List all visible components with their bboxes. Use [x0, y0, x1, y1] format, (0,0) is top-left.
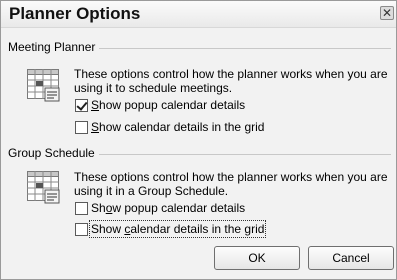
calendar-grid-icon [27, 69, 60, 102]
group-schedule-heading: Group Schedule [8, 146, 99, 160]
mp-show-popup-checkbox[interactable] [75, 98, 88, 112]
calendar-grid-icon [27, 171, 60, 204]
gs-show-grid-option[interactable]: Show calendar details in the grid [75, 220, 267, 238]
group-schedule-description-line1: These options control how the planner wo… [74, 170, 388, 184]
ok-button[interactable]: OK [214, 246, 300, 270]
meeting-planner-description-line2: using it to schedule meetings. [74, 81, 233, 95]
meeting-planner-description: These options control how the planner wo… [74, 67, 394, 95]
dialog-title: Planner Options [9, 4, 141, 23]
planner-options-dialog: Planner Options ✕ Meeting Planner These … [0, 0, 397, 280]
cancel-button[interactable]: Cancel [308, 246, 394, 270]
title-bar: Planner Options ✕ [1, 1, 396, 28]
gs-show-grid-label[interactable]: Show calendar details in the grid [88, 220, 267, 238]
group-schedule-description: These options control how the planner wo… [74, 170, 394, 198]
meeting-planner-description-line1: These options control how the planner wo… [74, 67, 388, 81]
gs-show-popup-checkbox[interactable] [75, 201, 88, 215]
mp-show-grid-checkbox[interactable] [75, 120, 88, 134]
mp-show-popup-label[interactable]: Show popup calendar details [91, 98, 245, 112]
gs-show-grid-checkbox[interactable] [75, 222, 88, 236]
close-button[interactable]: ✕ [380, 6, 394, 20]
gs-show-popup-option[interactable]: Show popup calendar details [75, 200, 245, 216]
mp-show-grid-label[interactable]: Show calendar details in the grid [91, 120, 264, 134]
close-icon: ✕ [381, 6, 393, 20]
group-schedule-description-line2: using it in a Group Schedule. [74, 184, 229, 198]
meeting-planner-heading: Meeting Planner [8, 40, 100, 54]
mp-show-grid-option[interactable]: Show calendar details in the grid [75, 119, 264, 135]
gs-show-popup-label[interactable]: Show popup calendar details [91, 201, 245, 215]
mp-show-popup-option[interactable]: Show popup calendar details [75, 97, 245, 113]
